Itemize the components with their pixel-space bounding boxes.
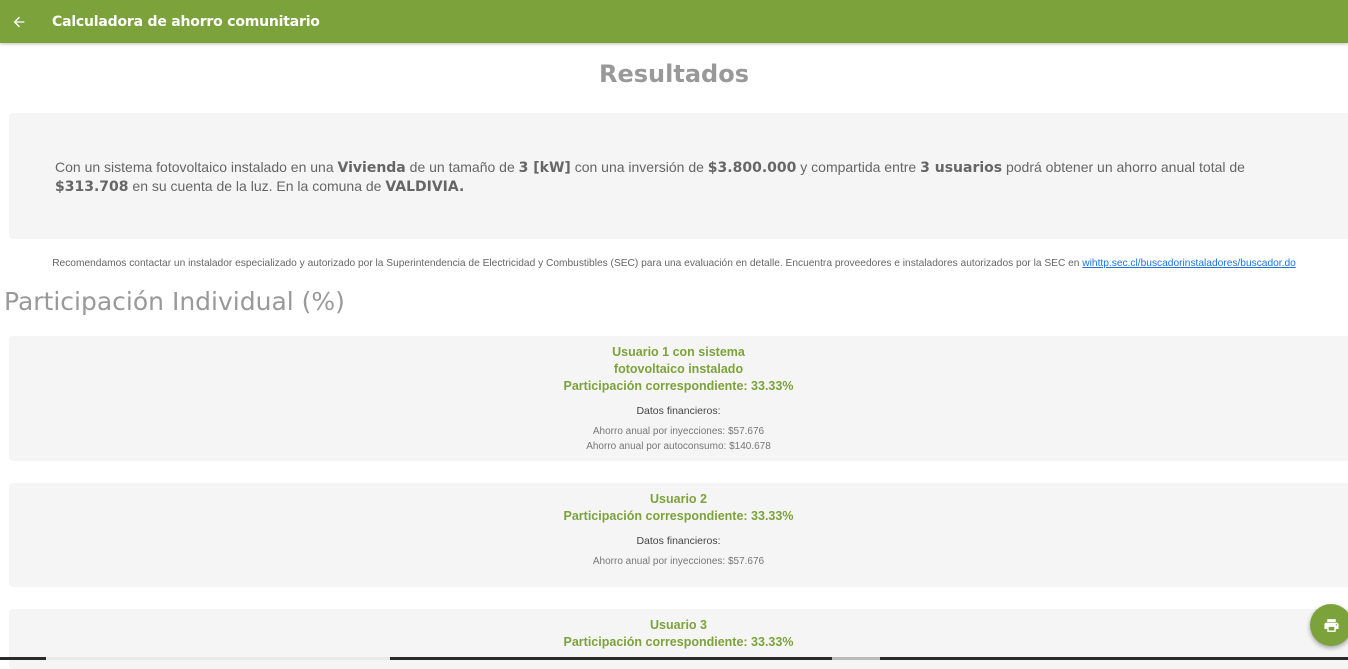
- back-button[interactable]: [0, 0, 38, 43]
- participation-heading: Participación Individual (%): [4, 287, 345, 316]
- printer-icon: [1323, 618, 1339, 632]
- selfconsumption-savings: Ahorro anual por autoconsumo: $140.678: [586, 441, 771, 452]
- investment-amount: $3.800.000: [707, 160, 797, 176]
- results-heading: Resultados: [599, 60, 749, 88]
- financial-data-label: Datos financieros:: [636, 535, 721, 547]
- commune-name: VALDIVIA.: [385, 179, 465, 195]
- user-count: 3 usuarios: [920, 160, 1003, 176]
- recommendation-text: Recomendamos contactar un instalador esp…: [52, 258, 1296, 269]
- user-title: Usuario 3: [650, 618, 707, 632]
- print-button[interactable]: [1310, 604, 1348, 646]
- financial-data-label: Datos financieros:: [636, 405, 721, 417]
- arrow-left-icon: [13, 16, 25, 27]
- summary-text: Con un sistema fotovoltaico instalado en…: [55, 159, 1245, 195]
- summary-card: Con un sistema fotovoltaico instalado en…: [9, 113, 1348, 239]
- user-card-2: Usuario 2 Participación correspondiente:…: [9, 483, 1348, 587]
- system-size: 3 [kW]: [518, 160, 571, 176]
- user-title: Usuario 2: [650, 492, 707, 506]
- housing-type: Vivienda: [337, 160, 406, 176]
- participation-share: Participación correspondiente: 33.33%: [563, 635, 794, 649]
- participation-share: Participación correspondiente: 33.33%: [563, 379, 794, 393]
- injection-savings: Ahorro anual por inyecciones: $57.676: [592, 556, 765, 567]
- user-card-3: Usuario 3 Participación correspondiente:…: [9, 609, 1348, 669]
- participation-share: Participación correspondiente: 33.33%: [563, 509, 794, 523]
- injection-savings: Ahorro anual por inyecciones: $57.676: [592, 426, 765, 437]
- user-title: fotovoltaico instalado: [613, 362, 744, 376]
- user-card-1: Usuario 1 con sistema fotovoltaico insta…: [9, 336, 1348, 461]
- annual-savings: $313.708: [55, 179, 129, 195]
- user-title: Usuario 1 con sistema: [612, 345, 745, 359]
- app-bar: Calculadora de ahorro comunitario: [0, 0, 1348, 43]
- app-title: Calculadora de ahorro comunitario: [52, 13, 320, 30]
- sec-installers-link[interactable]: wihttp.sec.cl/buscadorinstaladores/busca…: [1082, 258, 1296, 269]
